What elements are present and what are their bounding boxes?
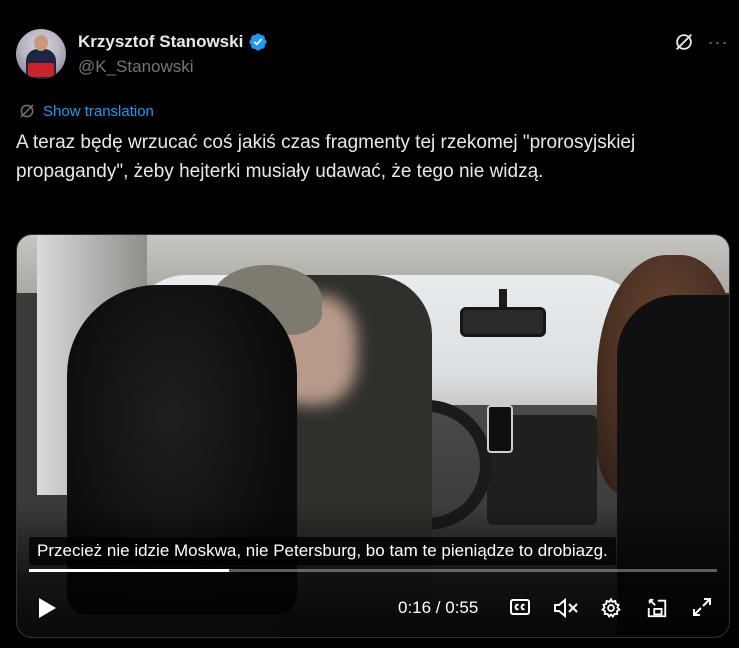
verified-badge-icon [249,33,267,51]
video-player[interactable]: Przecież nie idzie Moskwa, nie Petersbur… [16,234,730,638]
video-progress-bar[interactable] [29,569,717,572]
author-display-name[interactable]: Krzysztof Stanowski [78,32,243,52]
play-icon [39,598,56,618]
video-time: 0:16 / 0:55 [398,598,479,617]
author-handle[interactable]: @K_Stanowski [78,57,194,77]
grok-button[interactable] [672,30,696,54]
show-translation-link[interactable]: Show translation [18,102,154,120]
show-translation-label: Show translation [43,102,154,120]
video-caption: Przecież nie idzie Moskwa, nie Petersbur… [29,537,616,565]
video-progress-fill [29,569,229,572]
video-controls: 0:16 / 0:55 [17,590,729,626]
translate-icon [20,104,34,118]
play-button[interactable] [35,596,59,620]
avatar[interactable] [16,29,66,79]
grok-icon [676,34,692,50]
gear-icon [601,597,621,619]
settings-button[interactable] [599,596,623,620]
post-text: A teraz będę wrzucać coś jakiś czas frag… [16,132,636,182]
closed-captions-icon [510,599,530,615]
tweet-card: Krzysztof Stanowski @K_Stanowski ··· Sho… [0,0,739,648]
more-options-button[interactable]: ··· [706,30,730,54]
mute-button[interactable] [553,596,579,620]
volume-muted-icon [554,597,578,619]
video-frame [17,235,729,637]
fullscreen-button[interactable] [691,596,713,618]
author-name-row: Krzysztof Stanowski [78,32,268,52]
fullscreen-icon [693,598,711,616]
captions-button[interactable] [509,596,531,618]
picture-in-picture-icon [647,598,667,618]
picture-in-picture-button[interactable] [645,596,669,620]
